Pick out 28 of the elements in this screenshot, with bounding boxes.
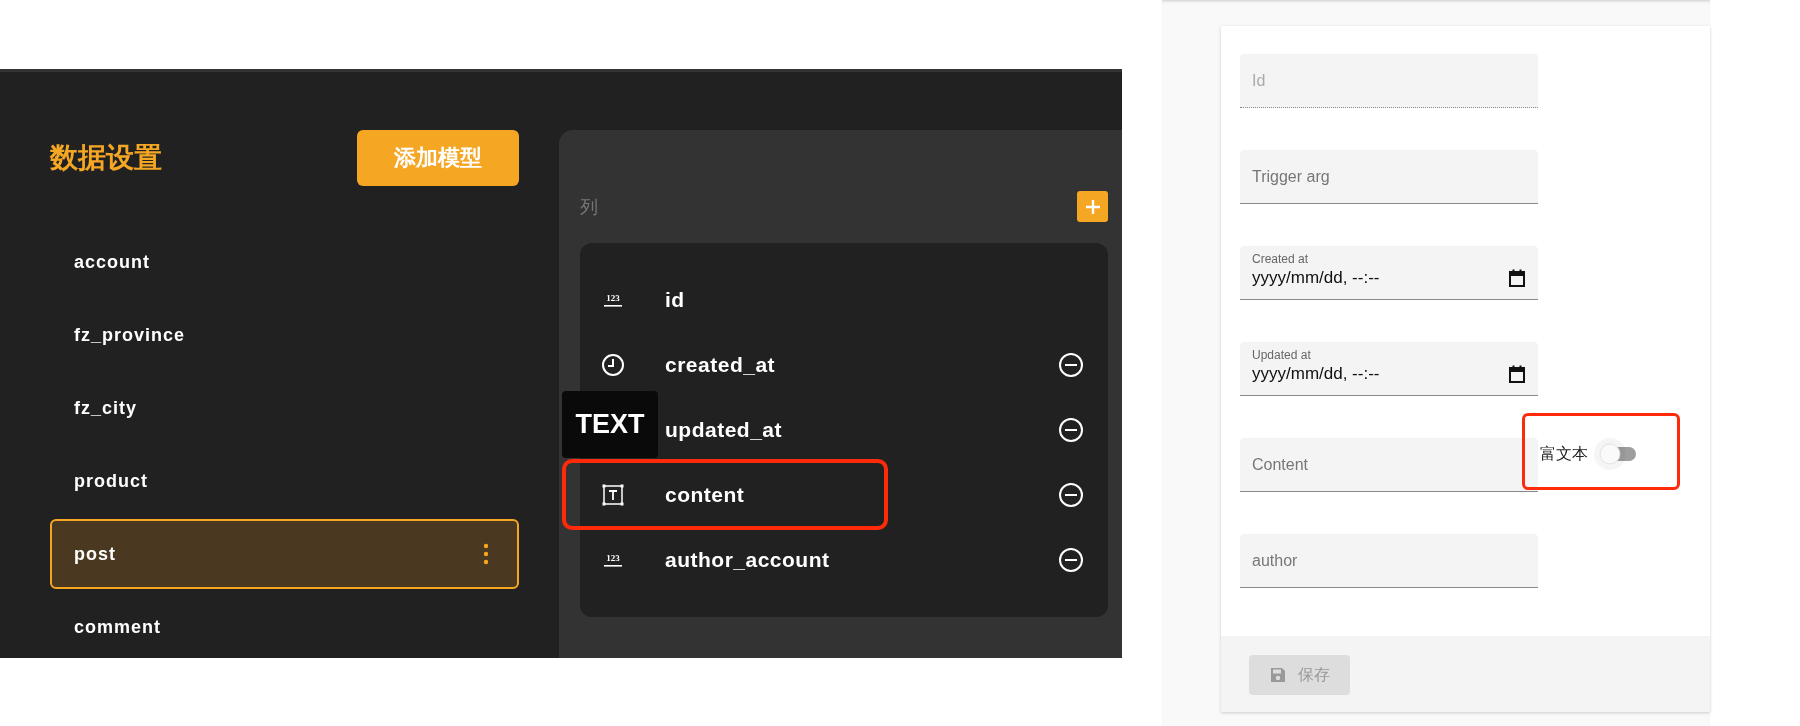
text-field[interactable]: Trigger arg	[1240, 150, 1538, 204]
plus-icon	[1084, 198, 1101, 215]
page-title: 数据设置	[50, 141, 162, 175]
column-name[interactable]: id	[665, 287, 685, 312]
column-name[interactable]: updated_at	[665, 417, 782, 442]
model-item[interactable]: product	[50, 446, 519, 516]
text-field[interactable]: author	[1240, 534, 1538, 588]
column-name[interactable]: created_at	[665, 352, 776, 377]
remove-icon[interactable]	[1058, 416, 1084, 443]
column-name[interactable]: content	[665, 482, 745, 507]
column-name[interactable]: author_account	[665, 547, 830, 572]
model-item[interactable]: post	[50, 519, 519, 589]
datetime-field[interactable]: Updated at yyyy/mm/dd, --:--	[1240, 342, 1538, 396]
remove-icon[interactable]	[1058, 481, 1084, 508]
datetime-field[interactable]: Created at yyyy/mm/dd, --:--	[1240, 246, 1538, 300]
columns-heading: 列	[580, 195, 598, 219]
more-icon[interactable]	[483, 542, 489, 566]
remove-icon[interactable]	[1058, 546, 1084, 573]
text-field[interactable]: Content	[1240, 438, 1538, 492]
tooltip: TEXT	[562, 391, 658, 458]
toggle-label: 富文本	[1540, 443, 1588, 464]
model-item[interactable]: fz_city	[50, 373, 519, 443]
model-item[interactable]: comment	[50, 592, 519, 662]
remove-icon[interactable]	[1058, 351, 1084, 378]
calendar-icon[interactable]	[1508, 365, 1526, 383]
model-item[interactable]: account	[50, 227, 519, 297]
calendar-icon[interactable]	[1508, 269, 1526, 287]
model-item[interactable]: fz_province	[50, 300, 519, 370]
